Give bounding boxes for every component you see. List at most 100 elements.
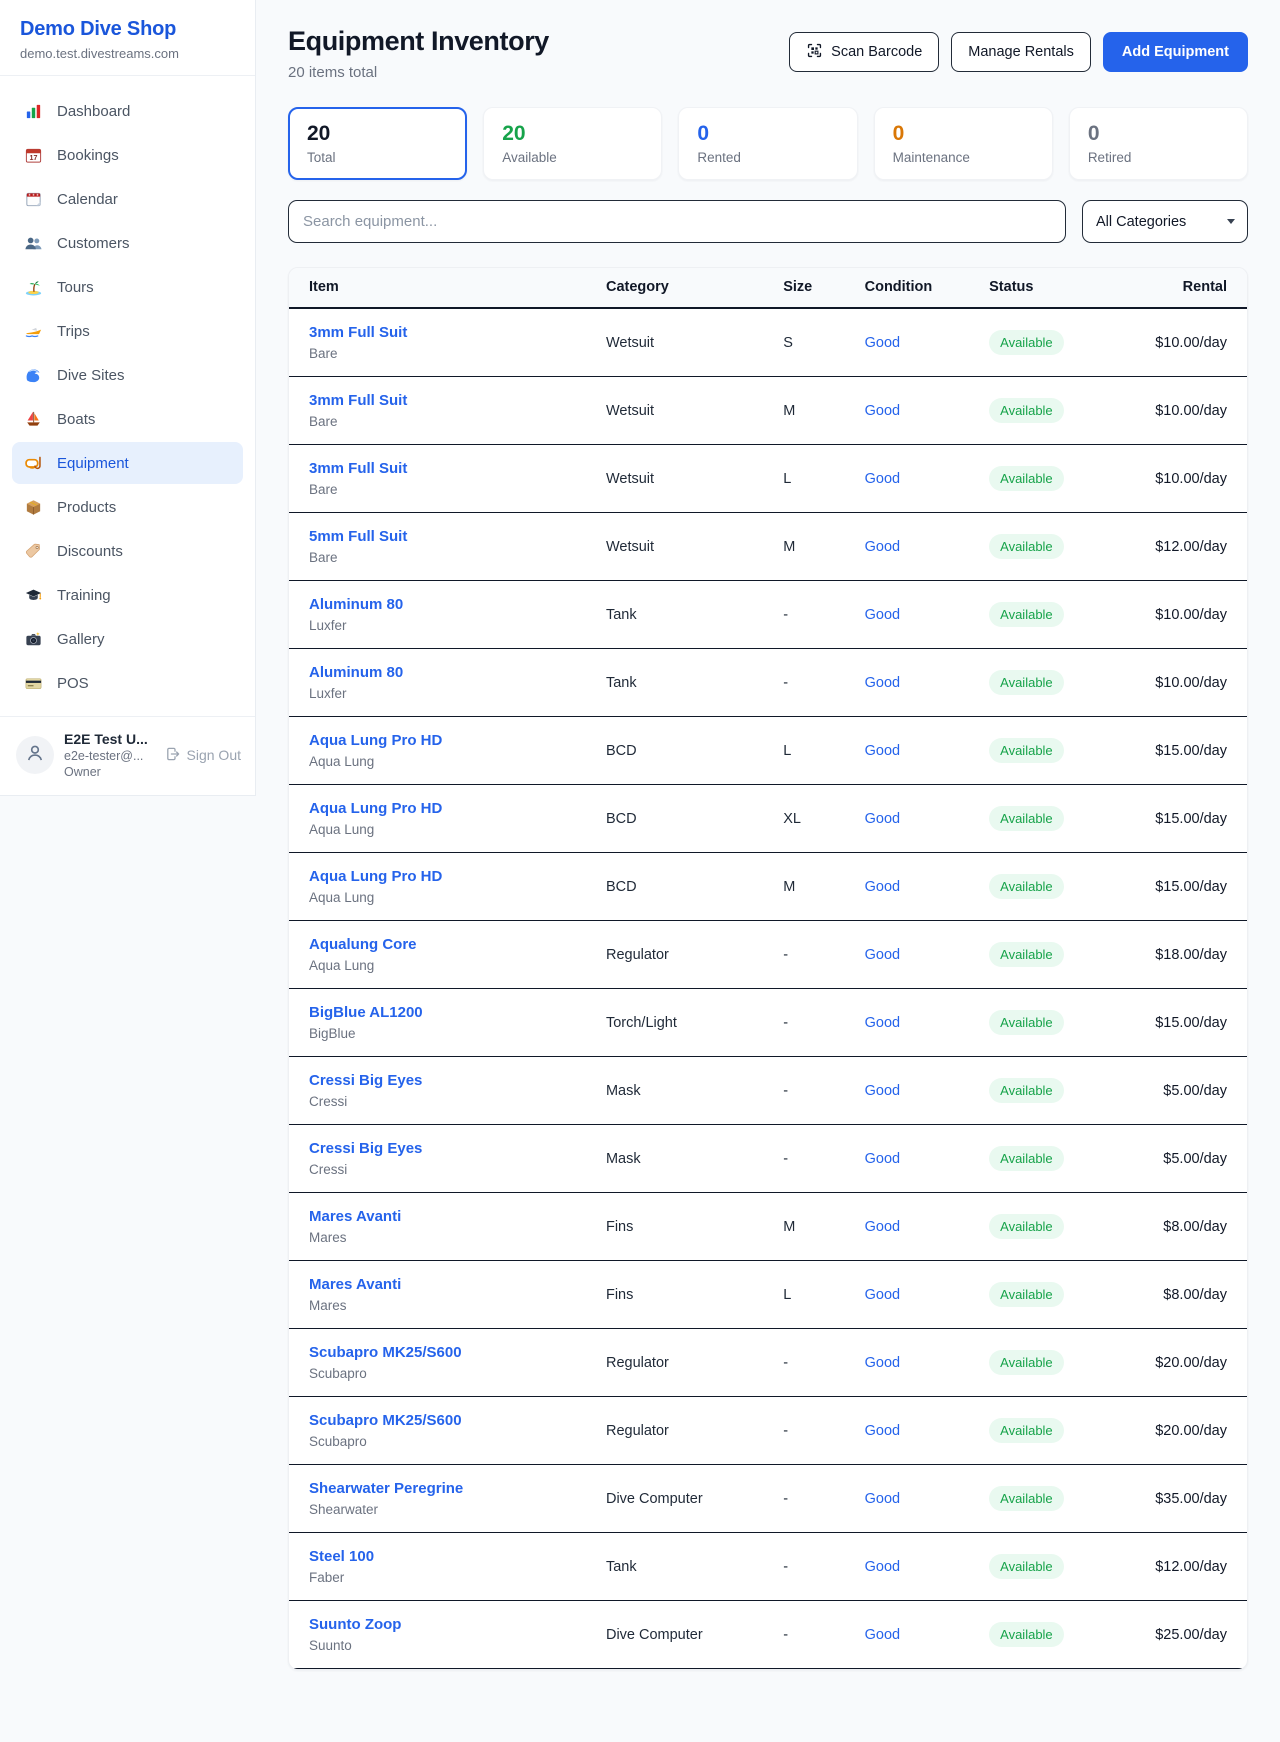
status-badge: Available bbox=[989, 874, 1064, 899]
status-badge: Available bbox=[989, 1554, 1064, 1579]
item-category: Mask bbox=[586, 1125, 763, 1193]
scan-barcode-button[interactable]: Scan Barcode bbox=[789, 32, 939, 72]
header-status: Status bbox=[969, 268, 1127, 308]
item-name-link[interactable]: 5mm Full Suit bbox=[309, 528, 407, 545]
item-name-link[interactable]: BigBlue AL1200 bbox=[309, 1004, 423, 1021]
stat-card-available[interactable]: 20 Available bbox=[483, 107, 662, 180]
item-name-link[interactable]: Shearwater Peregrine bbox=[309, 1480, 463, 1497]
item-size: XL bbox=[763, 785, 844, 853]
item-category: Tank bbox=[586, 1533, 763, 1601]
stat-value: 0 bbox=[1088, 122, 1229, 146]
item-brand: Bare bbox=[309, 414, 566, 429]
sidebar-item-dive-sites[interactable]: Dive Sites bbox=[12, 354, 243, 396]
tag-icon bbox=[24, 542, 43, 561]
sidebar-item-label: Dive Sites bbox=[57, 367, 125, 384]
item-category: Fins bbox=[586, 1193, 763, 1261]
item-name-link[interactable]: Aqua Lung Pro HD bbox=[309, 868, 442, 885]
sidebar-item-gallery[interactable]: Gallery bbox=[12, 618, 243, 660]
sidebar-item-calendar[interactable]: Calendar bbox=[12, 178, 243, 220]
sidebar-item-training[interactable]: Training bbox=[12, 574, 243, 616]
sidebar-item-discounts[interactable]: Discounts bbox=[12, 530, 243, 572]
island-icon bbox=[24, 278, 43, 297]
item-category: Torch/Light bbox=[586, 989, 763, 1057]
sidebar-item-boats[interactable]: Boats bbox=[12, 398, 243, 440]
add-equipment-button[interactable]: Add Equipment bbox=[1103, 32, 1248, 72]
header-category: Category bbox=[586, 268, 763, 308]
item-condition-link[interactable]: Good bbox=[865, 1355, 900, 1371]
sidebar-item-label: Trips bbox=[57, 323, 90, 340]
item-name-link[interactable]: Mares Avanti bbox=[309, 1276, 401, 1293]
item-rental-price: $10.00/day bbox=[1127, 445, 1247, 513]
category-select[interactable]: All Categories bbox=[1082, 200, 1248, 243]
sidebar-item-dashboard[interactable]: Dashboard bbox=[12, 90, 243, 132]
item-name-link[interactable]: Aqua Lung Pro HD bbox=[309, 800, 442, 817]
item-name-link[interactable]: Cressi Big Eyes bbox=[309, 1140, 422, 1157]
status-badge: Available bbox=[989, 330, 1064, 355]
item-condition-link[interactable]: Good bbox=[865, 1423, 900, 1439]
status-badge: Available bbox=[989, 602, 1064, 627]
item-name-link[interactable]: Aqua Lung Pro HD bbox=[309, 732, 442, 749]
sidebar-item-products[interactable]: Products bbox=[12, 486, 243, 528]
item-condition-link[interactable]: Good bbox=[865, 879, 900, 895]
stat-card-total[interactable]: 20 Total bbox=[288, 107, 467, 180]
item-brand: Luxfer bbox=[309, 686, 566, 701]
sidebar-item-tours[interactable]: Tours bbox=[12, 266, 243, 308]
item-condition-link[interactable]: Good bbox=[865, 1491, 900, 1507]
sidebar-item-equipment[interactable]: Equipment bbox=[12, 442, 243, 484]
sign-out-icon bbox=[165, 746, 181, 765]
item-condition-link[interactable]: Good bbox=[865, 1083, 900, 1099]
item-condition-link[interactable]: Good bbox=[865, 1627, 900, 1643]
item-condition-link[interactable]: Good bbox=[865, 335, 900, 351]
item-rental-price: $10.00/day bbox=[1127, 308, 1247, 377]
item-condition-link[interactable]: Good bbox=[865, 539, 900, 555]
item-condition-link[interactable]: Good bbox=[865, 403, 900, 419]
stat-card-maintenance[interactable]: 0 Maintenance bbox=[874, 107, 1053, 180]
item-condition-link[interactable]: Good bbox=[865, 471, 900, 487]
item-brand: Suunto bbox=[309, 1638, 566, 1653]
sidebar-item-customers[interactable]: Customers bbox=[12, 222, 243, 264]
item-condition-link[interactable]: Good bbox=[865, 1219, 900, 1235]
item-condition-link[interactable]: Good bbox=[865, 675, 900, 691]
stat-card-rented[interactable]: 0 Rented bbox=[678, 107, 857, 180]
table-row: Suunto Zoop Suunto Dive Computer - Good … bbox=[289, 1601, 1247, 1669]
manage-rentals-button[interactable]: Manage Rentals bbox=[951, 32, 1091, 72]
item-name-link[interactable]: 3mm Full Suit bbox=[309, 392, 407, 409]
item-condition-link[interactable]: Good bbox=[865, 947, 900, 963]
item-name-link[interactable]: Aqualung Core bbox=[309, 936, 417, 953]
item-name-link[interactable]: 3mm Full Suit bbox=[309, 324, 407, 341]
item-name-link[interactable]: Mares Avanti bbox=[309, 1208, 401, 1225]
sidebar-item-bookings[interactable]: 17 Bookings bbox=[12, 134, 243, 176]
item-name-link[interactable]: Scubapro MK25/S600 bbox=[309, 1412, 462, 1429]
item-condition-link[interactable]: Good bbox=[865, 1015, 900, 1031]
item-category: Regulator bbox=[586, 1329, 763, 1397]
item-condition-link[interactable]: Good bbox=[865, 1287, 900, 1303]
item-name-link[interactable]: Cressi Big Eyes bbox=[309, 1072, 422, 1089]
sidebar-item-trips[interactable]: Trips bbox=[12, 310, 243, 352]
item-name-link[interactable]: Steel 100 bbox=[309, 1548, 374, 1565]
item-condition-link[interactable]: Good bbox=[865, 1151, 900, 1167]
table-row: Mares Avanti Mares Fins L Good Available… bbox=[289, 1261, 1247, 1329]
item-name-link[interactable]: Suunto Zoop bbox=[309, 1616, 401, 1633]
search-input[interactable] bbox=[288, 200, 1066, 243]
stat-card-retired[interactable]: 0 Retired bbox=[1069, 107, 1248, 180]
sign-out-button[interactable]: Sign Out bbox=[165, 746, 241, 765]
item-name-link[interactable]: Scubapro MK25/S600 bbox=[309, 1344, 462, 1361]
sidebar-item-pos[interactable]: POS bbox=[12, 662, 243, 704]
sidebar: Demo Dive Shop demo.test.divestreams.com… bbox=[0, 0, 256, 796]
status-badge: Available bbox=[989, 1146, 1064, 1171]
item-name-link[interactable]: 3mm Full Suit bbox=[309, 460, 407, 477]
item-condition-link[interactable]: Good bbox=[865, 811, 900, 827]
item-name-link[interactable]: Aluminum 80 bbox=[309, 664, 403, 681]
item-name-link[interactable]: Aluminum 80 bbox=[309, 596, 403, 613]
status-badge: Available bbox=[989, 1078, 1064, 1103]
sidebar-item-label: Training bbox=[57, 587, 111, 604]
item-condition-link[interactable]: Good bbox=[865, 607, 900, 623]
credit-card-icon bbox=[24, 674, 43, 693]
item-condition-link[interactable]: Good bbox=[865, 1559, 900, 1575]
svg-text:17: 17 bbox=[30, 153, 38, 161]
item-condition-link[interactable]: Good bbox=[865, 743, 900, 759]
item-category: Dive Computer bbox=[586, 1465, 763, 1533]
item-brand: Aqua Lung bbox=[309, 890, 566, 905]
table-row: 5mm Full Suit Bare Wetsuit M Good Availa… bbox=[289, 513, 1247, 581]
calendar-icon bbox=[24, 190, 43, 209]
